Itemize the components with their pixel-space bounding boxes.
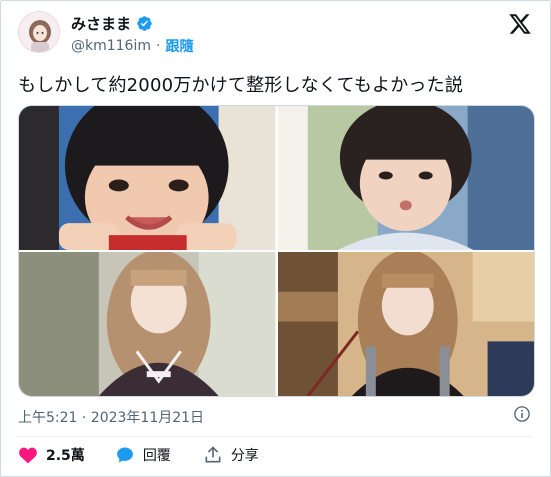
like-button[interactable]: 2.5萬 [18,445,85,465]
like-count: 2.5萬 [46,448,85,464]
divider [18,436,533,437]
display-name[interactable]: みさまま [71,13,131,34]
media-grid[interactable] [18,105,535,397]
photo-adult-cafe[interactable] [277,252,534,396]
x-logo-icon[interactable] [508,12,532,36]
reply-bubble-icon [116,447,133,463]
share-icon [205,446,221,463]
photo-adult-garden[interactable] [19,252,276,396]
follow-button[interactable]: 跟隨 [165,36,193,56]
tweet-text: もしかして約2000万かけて整形しなくてもよかった説 [18,75,464,96]
verified-badge-icon [137,16,152,31]
info-icon[interactable] [513,405,531,423]
heart-icon [19,447,37,464]
user-handle[interactable]: @km116im [71,38,151,54]
tweet-timestamp[interactable]: 上午5:21 · 2023年11月21日 [18,407,204,427]
tweet-card: みさまま @km116im · 跟隨 もしかして約2000万かけて整形しなくても… [0,0,551,477]
share-label: 分享 [230,448,259,464]
action-bar: 2.5萬 回覆 分享 [18,445,259,465]
photo-child-smiling[interactable] [19,106,276,250]
separator-dot: · [156,38,161,54]
photo-child-pouting[interactable] [277,106,534,250]
reply-button[interactable]: 回覆 [115,445,171,465]
reply-label: 回覆 [142,448,171,464]
avatar[interactable] [18,11,60,53]
share-button[interactable]: 分享 [203,445,259,465]
